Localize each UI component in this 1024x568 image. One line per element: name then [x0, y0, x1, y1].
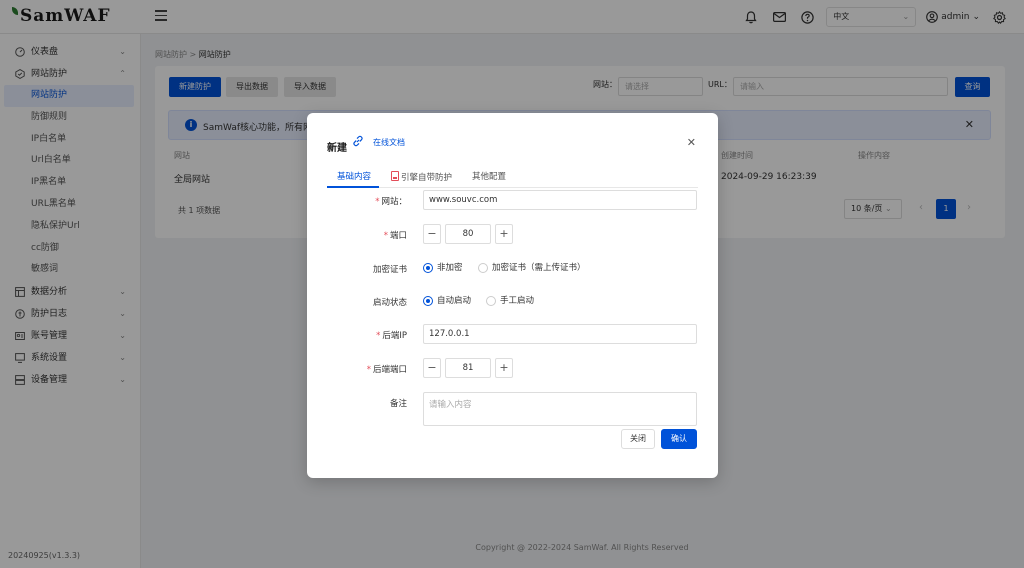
backend-port-value[interactable]: 81: [445, 358, 491, 378]
status-option-manual[interactable]: 手工启动: [486, 295, 534, 307]
remark-textarea[interactable]: 请输入内容: [423, 392, 697, 426]
ssl-option-none[interactable]: 非加密: [423, 262, 463, 274]
website-input[interactable]: www.souvc.com: [423, 190, 697, 210]
remark-label: 备注: [389, 399, 407, 409]
start-status-label: 启动状态: [372, 298, 407, 308]
backend-port-increment-button[interactable]: +: [495, 358, 513, 378]
backend-ip-label: * 后端IP: [376, 331, 407, 341]
status-option-auto[interactable]: 自动启动: [423, 295, 471, 307]
port-value[interactable]: 80: [445, 224, 491, 244]
backend-port-label: * 后端端口: [366, 365, 407, 375]
port-increment-button[interactable]: +: [495, 224, 513, 244]
website-label: * 网站：: [375, 197, 407, 207]
backend-port-stepper: − 81 +: [423, 358, 513, 378]
dialog-tabs: 基础内容 引擎自带防护 其他配置: [327, 168, 698, 188]
backend-port-decrement-button[interactable]: −: [423, 358, 441, 378]
tab-engine-protection[interactable]: 引擎自带防护: [391, 170, 452, 183]
dialog-title: 新建: [327, 143, 347, 154]
close-button[interactable]: 关闭: [621, 429, 655, 449]
ssl-label: 加密证书: [372, 265, 407, 275]
ssl-option-cert[interactable]: 加密证书（需上传证书）: [478, 262, 586, 274]
port-decrement-button[interactable]: −: [423, 224, 441, 244]
backend-ip-input[interactable]: 127.0.0.1: [423, 324, 697, 344]
confirm-button[interactable]: 确认: [661, 429, 697, 449]
pdf-icon: [391, 171, 399, 181]
tab-other-config[interactable]: 其他配置: [472, 170, 506, 182]
port-label: * 端口: [383, 231, 407, 241]
tab-basic[interactable]: 基础内容: [337, 170, 371, 182]
online-docs-link[interactable]: 在线文档: [373, 137, 405, 148]
link-icon[interactable]: [352, 135, 364, 147]
new-site-dialog: 新建 在线文档 ✕ 基础内容 引擎自带防护 其他配置 * 网站： www.souv…: [307, 113, 718, 478]
tab-active-indicator: [327, 186, 379, 188]
close-icon[interactable]: ✕: [687, 136, 696, 149]
port-stepper: − 80 +: [423, 224, 513, 244]
